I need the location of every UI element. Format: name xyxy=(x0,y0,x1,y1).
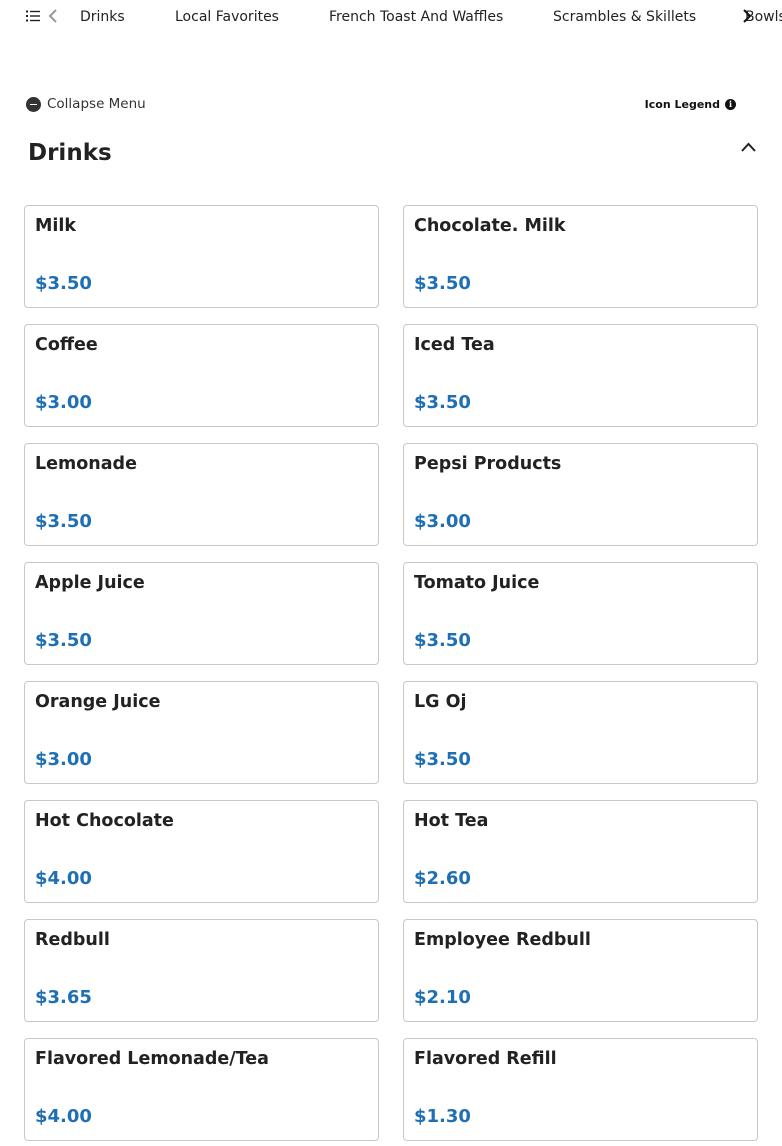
menu-item-name: LG Oj xyxy=(414,692,467,712)
menu-item-card[interactable]: Orange Juice $3.00 xyxy=(24,681,379,784)
menu-item-card[interactable]: Redbull $3.65 xyxy=(24,919,379,1022)
menu-item-price: $3.65 xyxy=(35,987,92,1008)
menu-item-card[interactable]: Hot Chocolate $4.00 xyxy=(24,800,379,903)
menu-item-card[interactable]: Chocolate. Milk $3.50 xyxy=(403,205,758,308)
collapse-menu-label: Collapse Menu xyxy=(47,96,146,112)
menu-item-price: $3.00 xyxy=(35,392,92,413)
menu-item-price: $3.50 xyxy=(35,511,92,532)
chevron-right-icon[interactable] xyxy=(741,7,753,25)
menu-item-name: Flavored Lemonade/Tea xyxy=(35,1049,269,1069)
menu-item-name: Flavored Refill xyxy=(414,1049,557,1069)
menu-item-name: Lemonade xyxy=(35,454,137,474)
menu-item-name: Pepsi Products xyxy=(414,454,562,474)
tab-drinks[interactable]: Drinks xyxy=(80,8,125,26)
menu-item-price: $3.50 xyxy=(35,630,92,651)
menu-item-card[interactable]: Tomato Juice $3.50 xyxy=(403,562,758,665)
info-icon: i xyxy=(725,98,736,110)
menu-item-name: Chocolate. Milk xyxy=(414,216,566,236)
icon-legend-label: Icon Legend xyxy=(644,97,720,111)
section-title: Drinks xyxy=(28,140,112,166)
menu-item-grid: Milk $3.50 Chocolate. Milk $3.50 Coffee … xyxy=(24,205,758,1141)
menu-item-card[interactable]: Hot Tea $2.60 xyxy=(403,800,758,903)
minus-circle-icon xyxy=(26,96,41,112)
menu-item-name: Redbull xyxy=(35,930,110,950)
menu-item-price: $4.00 xyxy=(35,1106,92,1127)
tab-local-favorites[interactable]: Local Favorites xyxy=(175,8,279,26)
menu-item-card[interactable]: Iced Tea $3.50 xyxy=(403,324,758,427)
chevron-up-icon[interactable] xyxy=(740,140,757,154)
menu-item-card[interactable]: Pepsi Products $3.00 xyxy=(403,443,758,546)
menu-item-card[interactable]: Milk $3.50 xyxy=(24,205,379,308)
menu-item-price: $2.10 xyxy=(414,987,471,1008)
menu-item-price: $3.00 xyxy=(35,749,92,770)
menu-item-card[interactable]: Coffee $3.00 xyxy=(24,324,379,427)
menu-item-name: Milk xyxy=(35,216,77,236)
collapse-menu-button[interactable]: Collapse Menu xyxy=(26,95,146,113)
menu-item-price: $3.50 xyxy=(414,749,471,770)
menu-item-card[interactable]: Employee Redbull $2.10 xyxy=(403,919,758,1022)
menu-item-card[interactable]: Flavored Lemonade/Tea $4.00 xyxy=(24,1038,379,1141)
tab-scrambles-and-skillets[interactable]: Scrambles & Skillets xyxy=(553,8,696,26)
menu-item-name: Iced Tea xyxy=(414,335,495,355)
menu-item-name: Orange Juice xyxy=(35,692,161,712)
menu-item-name: Coffee xyxy=(35,335,98,355)
menu-item-name: Hot Tea xyxy=(414,811,489,831)
menu-item-card[interactable]: Flavored Refill $1.30 xyxy=(403,1038,758,1141)
menu-item-name: Hot Chocolate xyxy=(35,811,174,831)
menu-item-name: Employee Redbull xyxy=(414,930,591,950)
menu-item-name: Tomato Juice xyxy=(414,573,540,593)
list-icon[interactable] xyxy=(26,10,40,22)
menu-item-price: $3.50 xyxy=(414,273,471,294)
category-nav: Drinks Local Favorites French Toast And … xyxy=(0,0,782,34)
chevron-left-icon[interactable] xyxy=(47,7,59,25)
menu-item-price: $4.00 xyxy=(35,868,92,889)
menu-item-price: $3.00 xyxy=(414,511,471,532)
menu-item-price: $3.50 xyxy=(35,273,92,294)
tab-french-toast-and-waffles[interactable]: French Toast And Waffles xyxy=(329,8,503,26)
menu-item-card[interactable]: Lemonade $3.50 xyxy=(24,443,379,546)
menu-item-price: $2.60 xyxy=(414,868,471,889)
menu-item-card[interactable]: LG Oj $3.50 xyxy=(403,681,758,784)
menu-item-price: $3.50 xyxy=(414,392,471,413)
menu-item-price: $1.30 xyxy=(414,1106,471,1127)
icon-legend-button[interactable]: Icon Legend i xyxy=(645,96,736,112)
menu-item-card[interactable]: Apple Juice $3.50 xyxy=(24,562,379,665)
menu-item-name: Apple Juice xyxy=(35,573,145,593)
menu-item-price: $3.50 xyxy=(414,630,471,651)
